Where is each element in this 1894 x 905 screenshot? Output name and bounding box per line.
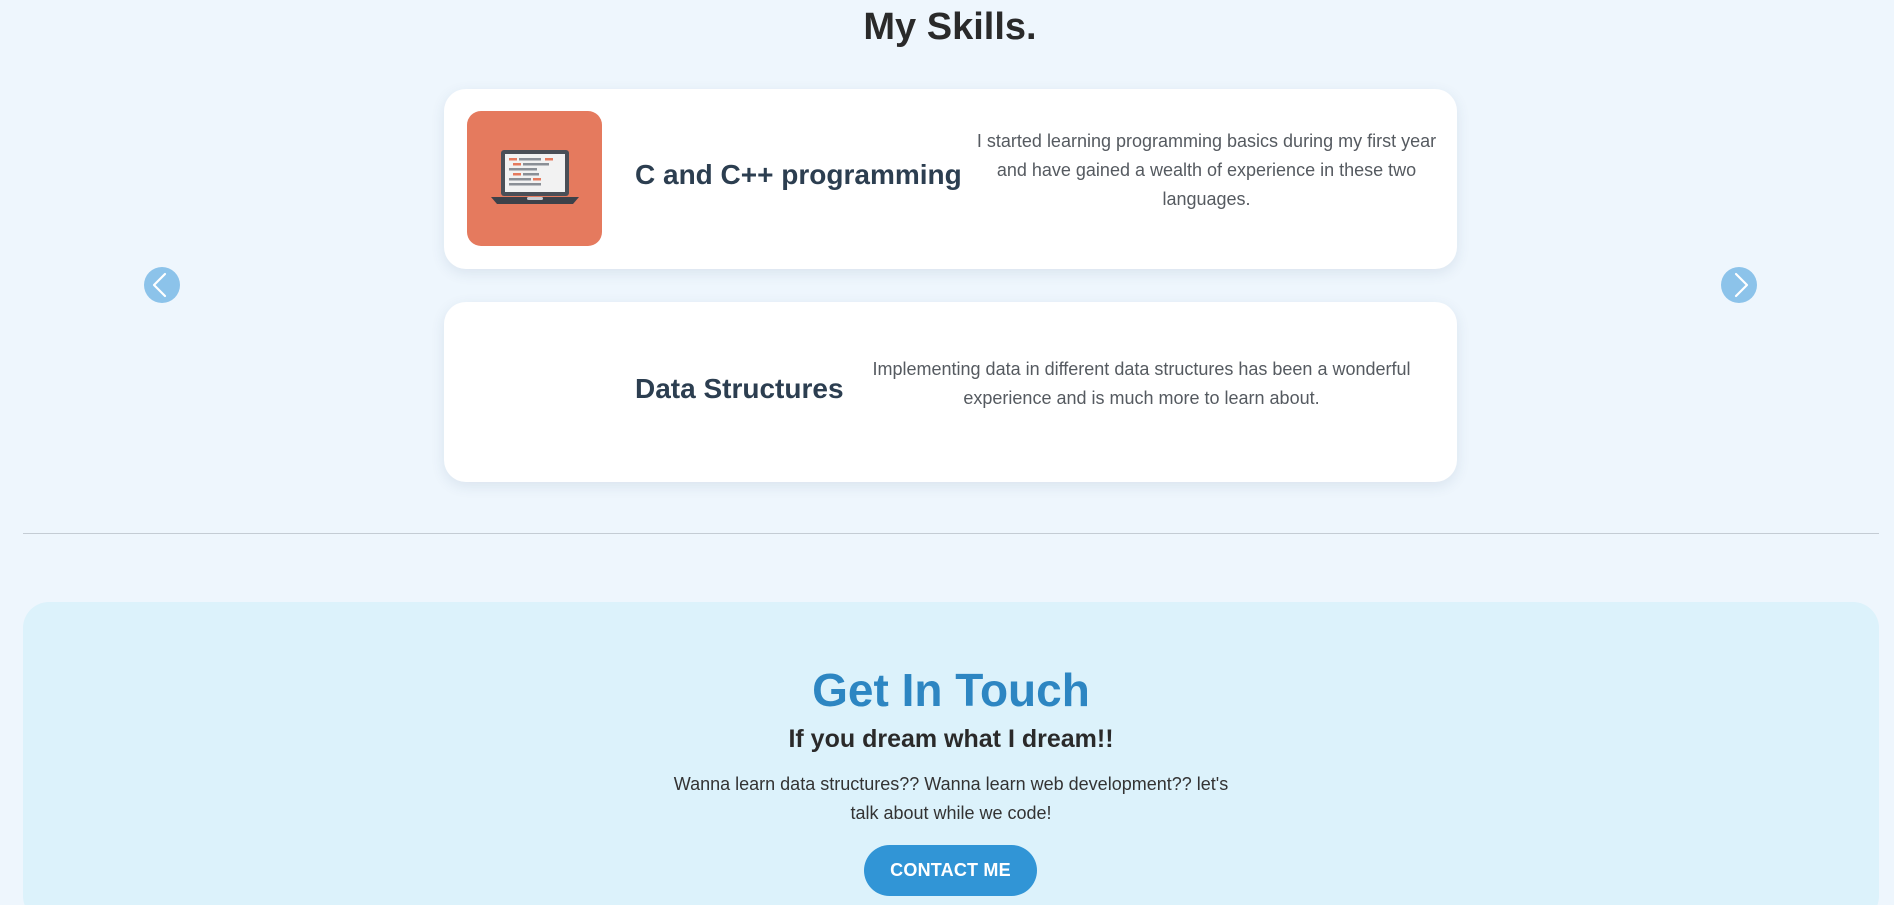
- skill-card: Data Structures Implementing data in dif…: [444, 302, 1457, 482]
- section-divider: [23, 533, 1879, 534]
- skill-card: C and C++ programming I started learning…: [444, 89, 1457, 269]
- skills-heading: My Skills.: [863, 6, 1037, 48]
- skill-name: Data Structures: [635, 373, 844, 404]
- chevron-left-icon: [152, 272, 167, 298]
- contact-text: Wanna learn data structures?? Wanna lear…: [673, 774, 1229, 823]
- contact-heading: Get In Touch: [812, 664, 1090, 716]
- laptop-code-icon: [467, 111, 602, 246]
- skill-description: I started learning programming basics du…: [976, 131, 1437, 209]
- skill-name: C and C++ programming: [635, 159, 962, 190]
- contact-section: Get In Touch If you dream what I dream!!…: [23, 602, 1879, 905]
- page: My Skills. C and C++ programming I start…: [0, 0, 1894, 905]
- contact-me-button[interactable]: CONTACT ME: [864, 845, 1037, 896]
- skill-description: Implementing data in different data stru…: [872, 359, 1411, 408]
- contact-subheading: If you dream what I dream!!: [788, 725, 1114, 753]
- carousel-prev-button[interactable]: [144, 267, 180, 303]
- chevron-right-icon: [1734, 272, 1749, 298]
- carousel-next-button[interactable]: [1721, 267, 1757, 303]
